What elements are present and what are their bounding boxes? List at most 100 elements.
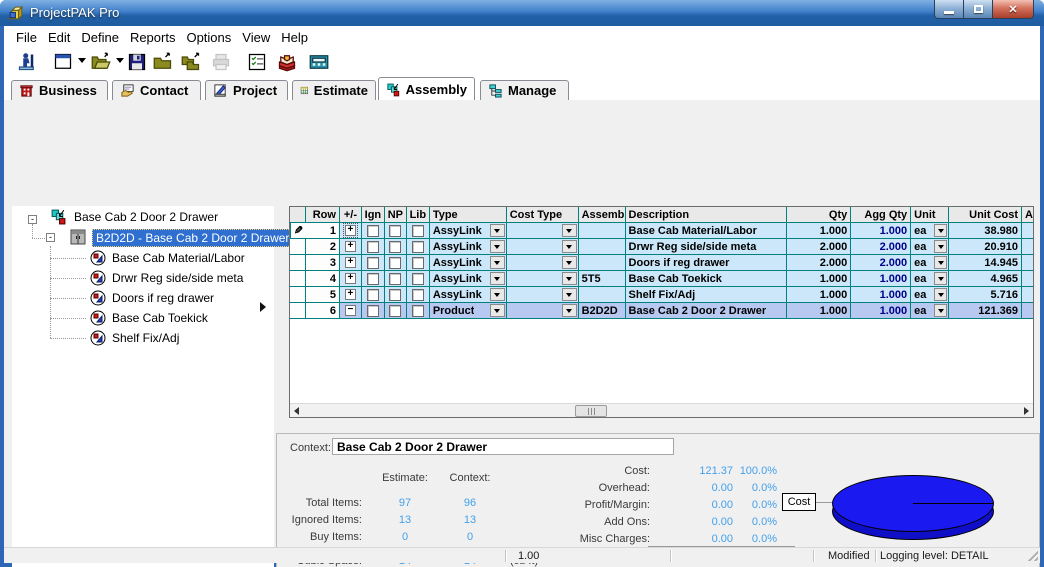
minimize-button[interactable] <box>934 0 964 19</box>
qty-cell[interactable]: 1.000 <box>787 223 852 238</box>
cost-type-cell[interactable] <box>506 271 579 286</box>
type-dropdown-icon[interactable] <box>489 304 505 317</box>
description-cell[interactable]: Drwr Reg side/side meta <box>625 239 788 254</box>
cost-type-dropdown-icon[interactable] <box>561 272 577 285</box>
np-checkbox[interactable] <box>389 288 402 301</box>
ignore-checkbox[interactable] <box>366 240 379 253</box>
new-window-button[interactable] <box>52 51 74 73</box>
assembly-cell[interactable]: 5T5 <box>578 271 626 286</box>
tab-manage[interactable]: Manage <box>480 80 569 100</box>
collapse-root-icon[interactable]: - <box>28 215 37 224</box>
menu-view[interactable]: View <box>242 30 270 45</box>
type-dropdown-icon[interactable] <box>489 272 505 285</box>
qty-cell[interactable]: 1.000 <box>787 303 852 318</box>
tasks-button[interactable] <box>246 51 268 73</box>
qty-cell[interactable]: 2.000 <box>787 255 852 270</box>
grid-row[interactable]: 6− Product B2D2D Base Cab 2 Door 2 Drawer 1.… <box>290 303 1034 319</box>
ignore-checkbox[interactable] <box>366 272 379 285</box>
type-cell[interactable]: AssyLink <box>429 239 507 254</box>
lib-checkbox[interactable] <box>411 224 424 237</box>
resize-grip-icon[interactable] <box>1028 551 1038 561</box>
description-cell[interactable]: Doors if reg drawer <box>625 255 788 270</box>
scrollbar-thumb[interactable] <box>575 405 607 417</box>
np-checkbox[interactable] <box>389 256 402 269</box>
tab-contact[interactable]: Contact <box>112 80 201 100</box>
lib-checkbox[interactable] <box>411 240 424 253</box>
expand-row-button[interactable]: + <box>344 273 356 284</box>
unit-cell[interactable]: ea <box>911 239 950 254</box>
unit-dropdown-icon[interactable] <box>934 288 948 301</box>
open-dropdown-icon[interactable] <box>116 58 124 63</box>
agg-qty-cell[interactable]: 2.000 <box>851 255 912 270</box>
collapse-product-icon[interactable]: - <box>46 233 55 242</box>
unit-dropdown-icon[interactable] <box>934 240 948 253</box>
grid-row[interactable]: ✎ 1 + AssyLink Base Cab Material/Labor 1.000 1… <box>290 223 1034 239</box>
assembly-cell[interactable] <box>578 223 626 238</box>
unit-dropdown-icon[interactable] <box>934 304 948 317</box>
menu-edit[interactable]: Edit <box>48 30 70 45</box>
tab-assembly[interactable]: Assembly <box>378 77 475 100</box>
cost-type-cell[interactable] <box>506 303 579 318</box>
unit-dropdown-icon[interactable] <box>934 256 948 269</box>
assembly-cell[interactable] <box>578 287 626 302</box>
close-folder-button[interactable] <box>152 51 174 73</box>
assembly-cell[interactable] <box>578 255 626 270</box>
description-cell[interactable]: Base Cab Material/Labor <box>625 223 788 238</box>
type-dropdown-icon[interactable] <box>489 256 505 269</box>
menu-define[interactable]: Define <box>81 30 119 45</box>
expand-row-button[interactable]: + <box>344 289 356 300</box>
type-dropdown-icon[interactable] <box>489 288 505 301</box>
type-cell[interactable]: AssyLink <box>429 223 507 238</box>
ignore-checkbox[interactable] <box>366 304 379 317</box>
cost-type-dropdown-icon[interactable] <box>561 256 577 269</box>
close-all-folders-button[interactable] <box>180 51 202 73</box>
expand-row-button[interactable]: + <box>342 223 358 238</box>
agg-qty-cell[interactable]: 2.000 <box>851 239 912 254</box>
agg-qty-cell[interactable]: 1.000 <box>851 271 912 286</box>
lib-checkbox[interactable] <box>411 288 424 301</box>
tree-selected-item[interactable]: B2D2D - Base Cab 2 Door 2 Drawer <box>92 229 294 247</box>
unit-cost-cell[interactable]: 121.369 <box>949 303 1023 318</box>
description-cell[interactable]: Shelf Fix/Adj <box>625 287 788 302</box>
agg-qty-cell[interactable]: 1.000 <box>851 303 912 318</box>
tree-item[interactable]: Shelf Fix/Adj <box>112 331 179 345</box>
assembly-cell[interactable] <box>578 239 626 254</box>
calculator-button[interactable] <box>308 51 330 73</box>
cost-type-cell[interactable] <box>506 239 579 254</box>
assembly-cell[interactable]: B2D2D <box>578 303 626 318</box>
scroll-left-button[interactable] <box>290 405 303 417</box>
grid-row[interactable]: 4 + AssyLink 5T5 Base Cab Toekick 1.000 1.000 e… <box>290 271 1034 287</box>
lib-checkbox[interactable] <box>411 304 424 317</box>
ignore-checkbox[interactable] <box>366 256 379 269</box>
qty-cell[interactable]: 1.000 <box>787 287 852 302</box>
tree-item[interactable]: Doors if reg drawer <box>112 291 214 305</box>
scroll-right-button[interactable] <box>1020 405 1033 417</box>
unit-dropdown-icon[interactable] <box>934 224 948 237</box>
context-field[interactable]: Base Cab 2 Door 2 Drawer <box>332 438 674 455</box>
menu-reports[interactable]: Reports <box>130 30 176 45</box>
type-cell[interactable]: AssyLink <box>429 255 507 270</box>
unit-cell[interactable]: ea <box>911 223 950 238</box>
unit-cell[interactable]: ea <box>911 287 950 302</box>
qty-cell[interactable]: 2.000 <box>787 239 852 254</box>
grid-row[interactable]: 5 + AssyLink Shelf Fix/Adj 1.000 1.000 ea 5.716 <box>290 287 1034 303</box>
ignore-checkbox[interactable] <box>366 288 379 301</box>
splitter-collapse-left-icon[interactable] <box>260 302 266 312</box>
cost-type-dropdown-icon[interactable] <box>561 224 577 237</box>
collapse-row-button[interactable]: − <box>344 305 356 316</box>
tab-estimate[interactable]: Estimate <box>292 80 376 100</box>
unit-cell[interactable]: ea <box>911 255 950 270</box>
lib-checkbox[interactable] <box>411 256 424 269</box>
np-checkbox[interactable] <box>389 224 402 237</box>
type-cell[interactable]: AssyLink <box>429 287 507 302</box>
unit-cost-cell[interactable]: 14.945 <box>949 255 1023 270</box>
exit-button[interactable] <box>16 51 38 73</box>
lib-checkbox[interactable] <box>411 272 424 285</box>
type-cell[interactable]: AssyLink <box>429 271 507 286</box>
expand-row-button[interactable]: + <box>344 257 356 268</box>
new-window-dropdown-icon[interactable] <box>78 58 86 63</box>
unit-cell[interactable]: ea <box>911 271 950 286</box>
type-cell[interactable]: Product <box>429 303 507 318</box>
cost-type-cell[interactable] <box>506 287 579 302</box>
grid-hscrollbar[interactable] <box>290 403 1033 417</box>
